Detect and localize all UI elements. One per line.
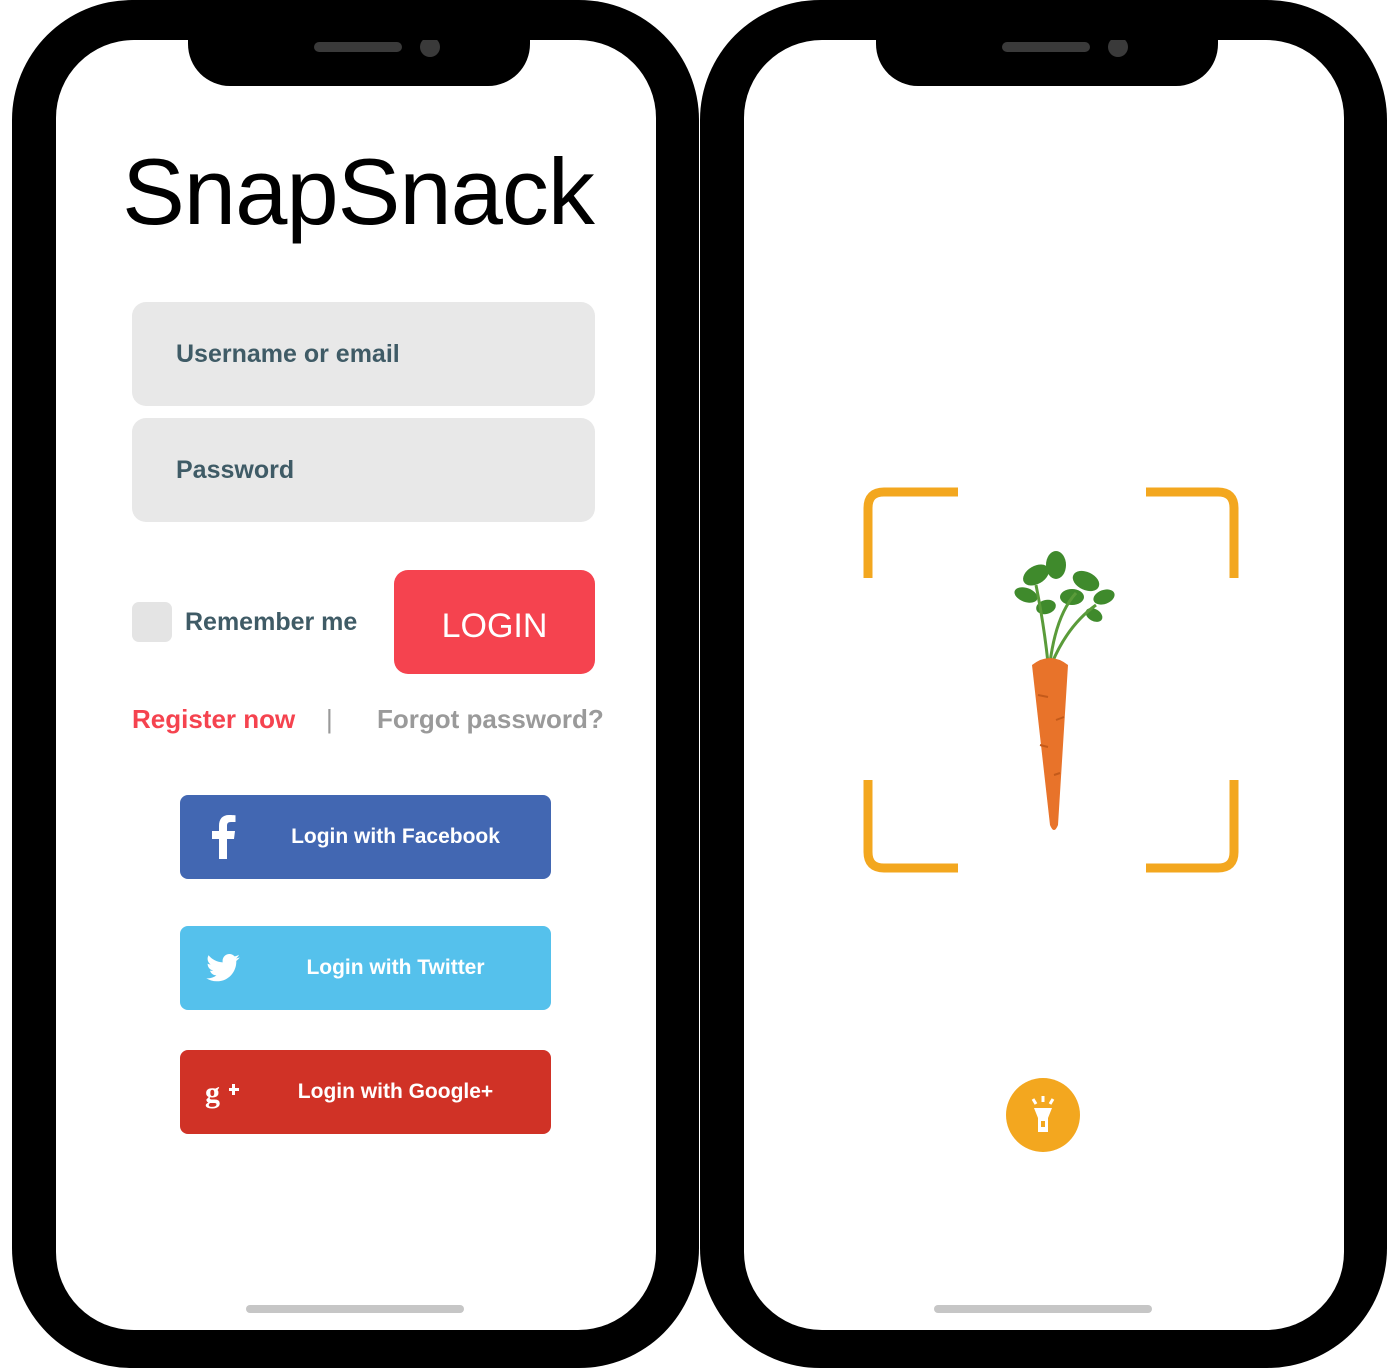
login-facebook-button[interactable]: Login with Facebook	[180, 795, 551, 879]
home-indicator	[934, 1305, 1152, 1313]
flashlight-icon	[1031, 1096, 1055, 1132]
phone-login: SnapSnack Username or email Password Rem…	[12, 0, 699, 1368]
login-screen: SnapSnack Username or email Password Rem…	[56, 40, 656, 1330]
carrot-image	[1014, 551, 1115, 830]
scan-frame-corner-bottom-right	[1146, 780, 1239, 873]
front-camera	[1108, 40, 1128, 57]
username-placeholder: Username or email	[176, 340, 400, 368]
password-placeholder: Password	[176, 456, 295, 484]
forgot-password-link[interactable]: Forgot password?	[377, 700, 604, 738]
twitter-label: Login with Twitter	[306, 956, 485, 979]
phone-notch	[876, 40, 1218, 86]
scanner-screen	[744, 40, 1344, 1330]
login-google-button[interactable]: g Login with Google+	[180, 1050, 551, 1134]
link-separator: |	[326, 704, 333, 734]
register-now-link[interactable]: Register now	[132, 700, 295, 738]
scan-frame-corner-bottom-left	[863, 780, 958, 873]
password-input[interactable]: Password	[132, 418, 595, 522]
phone-scanner	[700, 0, 1387, 1368]
speaker-grille	[1002, 42, 1090, 52]
app-title: SnapSnack	[122, 139, 595, 244]
facebook-label: Login with Facebook	[291, 825, 500, 848]
google-plus-label: Login with Google+	[297, 1080, 494, 1103]
home-indicator	[246, 1305, 464, 1313]
remember-me-checkbox[interactable]	[132, 602, 172, 642]
phone-notch	[188, 40, 530, 86]
scan-frame-corner-top-right	[1146, 487, 1239, 578]
flashlight-button[interactable]	[1006, 1078, 1080, 1152]
front-camera	[420, 40, 440, 57]
svg-text:g: g	[205, 1076, 220, 1109]
username-input[interactable]: Username or email	[132, 302, 595, 406]
login-twitter-button[interactable]: Login with Twitter	[180, 926, 551, 1010]
scan-frame-corner-top-left	[863, 487, 958, 578]
remember-me-label[interactable]: Remember me	[185, 604, 357, 640]
login-button[interactable]: LOGIN	[394, 570, 595, 674]
speaker-grille	[314, 42, 402, 52]
